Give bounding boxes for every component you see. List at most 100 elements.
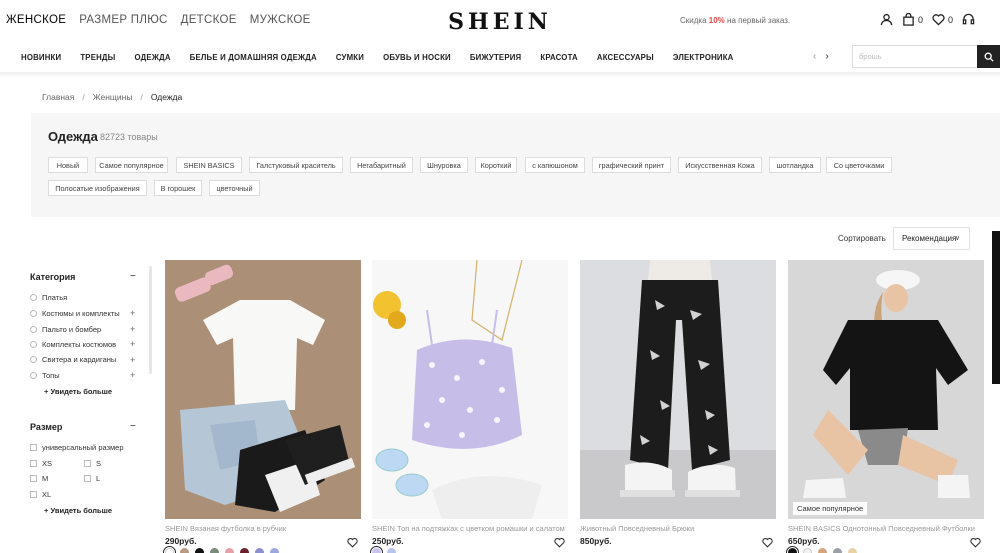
size-item[interactable]: M	[30, 474, 48, 483]
breadcrumb-women[interactable]: Женщины	[93, 92, 133, 102]
sort-dropdown[interactable]: Рекомендация ∨	[893, 227, 970, 250]
color-swatch[interactable]	[163, 546, 176, 553]
side-feedback-tab[interactable]	[992, 231, 1000, 384]
color-swatch[interactable]	[370, 546, 383, 553]
nav-prev-arrow[interactable]: ‹	[813, 51, 816, 62]
cart-button[interactable]: 0	[902, 13, 923, 26]
segment-women[interactable]: ЖЕНСКОЕ	[6, 14, 66, 26]
chip-short[interactable]: Короткий	[475, 157, 517, 173]
radio-icon[interactable]	[30, 372, 37, 379]
category-item[interactable]: Пальто и бомбер	[30, 325, 101, 334]
checkbox-icon[interactable]	[84, 460, 91, 467]
radio-icon[interactable]	[30, 326, 37, 333]
category-item[interactable]: Костюмы и комплекты	[30, 309, 120, 318]
nav-item-beauty[interactable]: КРАСОТА	[540, 53, 578, 62]
product-name[interactable]: SHEIN BASICS Однотонный Повседневный Фут…	[788, 524, 984, 533]
radio-icon[interactable]	[30, 356, 37, 363]
chip-striped[interactable]: Полосатые изображения	[48, 180, 147, 196]
color-swatch[interactable]	[195, 548, 204, 553]
checkbox-icon[interactable]	[30, 475, 37, 482]
nav-item-trends[interactable]: ТРЕНДЫ	[80, 53, 115, 62]
chip-shein-basics[interactable]: SHEIN BASICS	[176, 157, 242, 173]
filter-category-title[interactable]: Категория	[30, 272, 75, 282]
wishlist-heart-icon[interactable]	[970, 535, 981, 553]
breadcrumb-home[interactable]: Главная	[42, 92, 74, 102]
collapse-icon[interactable]: −	[130, 421, 136, 432]
nav-item-bags[interactable]: СУМКИ	[336, 53, 364, 62]
collapse-icon[interactable]: −	[130, 271, 136, 282]
search-input[interactable]	[853, 46, 979, 67]
category-see-more[interactable]: + Увидеть больше	[44, 387, 112, 396]
nav-item-lingerie[interactable]: БЕЛЬЕ И ДОМАШНЯЯ ОДЕЖДА	[190, 53, 317, 62]
product-name[interactable]: Животный Повседневный Брюки	[580, 524, 776, 533]
search-button[interactable]	[977, 45, 1000, 68]
radio-icon[interactable]	[30, 341, 37, 348]
category-item[interactable]: Свитера и кардиганы	[30, 355, 116, 364]
chip-lace-up[interactable]: Шнуровка	[420, 157, 468, 173]
expand-icon[interactable]: +	[130, 370, 135, 380]
size-item[interactable]: L	[84, 474, 100, 483]
chip-faux-leather[interactable]: Искусственная Кожа	[678, 157, 762, 173]
checkbox-icon[interactable]	[30, 460, 37, 467]
expand-icon[interactable]: +	[130, 355, 135, 365]
expand-icon[interactable]: +	[130, 308, 135, 318]
nav-item-jewelry[interactable]: БИЖУТЕРИЯ	[470, 53, 521, 62]
chip-popular[interactable]: Самое популярное	[95, 157, 168, 173]
color-swatch[interactable]	[833, 548, 842, 553]
chip-oversized[interactable]: Негабаритный	[350, 157, 413, 173]
filter-scrollbar[interactable]	[149, 266, 152, 374]
chip-plaid[interactable]: шотландка	[769, 157, 821, 173]
color-swatch[interactable]	[803, 548, 812, 553]
wishlist-heart-icon[interactable]	[347, 535, 358, 553]
nav-item-clothing[interactable]: ОДЕЖДА	[135, 53, 171, 62]
checkbox-icon[interactable]	[30, 491, 37, 498]
size-item[interactable]: XS	[30, 459, 52, 468]
filter-size-title[interactable]: Размер	[30, 422, 62, 432]
wishlist-heart-icon[interactable]	[762, 535, 773, 553]
color-swatch[interactable]	[387, 548, 396, 553]
size-item[interactable]: S	[84, 459, 101, 468]
checkbox-icon[interactable]	[30, 444, 37, 451]
chip-floral-dots[interactable]: Со цветочками	[826, 157, 892, 173]
product-name[interactable]: SHEIN Топ на подтяжках с цветком ромашки…	[372, 524, 568, 533]
chip-tie-dye[interactable]: Галстуковый краситель	[249, 157, 343, 173]
color-swatch[interactable]	[255, 548, 264, 553]
color-swatch[interactable]	[786, 546, 799, 553]
chip-polka-dot[interactable]: В горошек	[154, 180, 202, 196]
product-image[interactable]	[580, 260, 776, 519]
color-swatch[interactable]	[848, 548, 857, 553]
product-image[interactable]: Самое популярное	[788, 260, 984, 519]
color-swatch[interactable]	[240, 548, 249, 553]
product-name[interactable]: SHEIN Вязаная футболка в рубчик	[165, 524, 361, 533]
category-item[interactable]: Комплекты костюмов	[30, 340, 116, 349]
chip-new[interactable]: Новый	[48, 157, 88, 173]
product-image[interactable]	[165, 260, 361, 519]
expand-icon[interactable]: +	[130, 324, 135, 334]
nav-item-shoes[interactable]: ОБУВЬ И НОСКИ	[383, 53, 451, 62]
support-icon[interactable]	[962, 13, 975, 26]
category-item[interactable]: Платья	[30, 293, 67, 302]
nav-item-new[interactable]: НОВИНКИ	[21, 53, 61, 62]
expand-icon[interactable]: +	[130, 339, 135, 349]
wishlist-heart-icon[interactable]	[554, 535, 565, 553]
color-swatch[interactable]	[210, 548, 219, 553]
size-see-more[interactable]: + Увидеть больше	[44, 506, 112, 515]
size-item[interactable]: XL	[30, 490, 51, 499]
segment-men[interactable]: МУЖСКОЕ	[250, 14, 311, 26]
chip-hooded[interactable]: с капюшоном	[525, 157, 585, 173]
radio-icon[interactable]	[30, 310, 37, 317]
product-image[interactable]	[372, 260, 568, 519]
color-swatch[interactable]	[270, 548, 279, 553]
chip-floral[interactable]: цветочный	[209, 180, 260, 196]
color-swatch[interactable]	[180, 548, 189, 553]
segment-plus-size[interactable]: РАЗМЕР ПЛЮС	[79, 14, 167, 26]
account-icon[interactable]	[880, 13, 893, 26]
category-item[interactable]: Топы	[30, 371, 60, 380]
chip-graphic-print[interactable]: графический принт	[592, 157, 671, 173]
color-swatch[interactable]	[818, 548, 827, 553]
radio-icon[interactable]	[30, 294, 37, 301]
wishlist-button[interactable]: 0	[932, 13, 953, 26]
nav-next-arrow[interactable]: ›	[825, 51, 828, 62]
nav-item-electronics[interactable]: ЭЛЕКТРОНИКА	[673, 53, 734, 62]
segment-kids[interactable]: ДЕТСКОЕ	[181, 14, 237, 26]
